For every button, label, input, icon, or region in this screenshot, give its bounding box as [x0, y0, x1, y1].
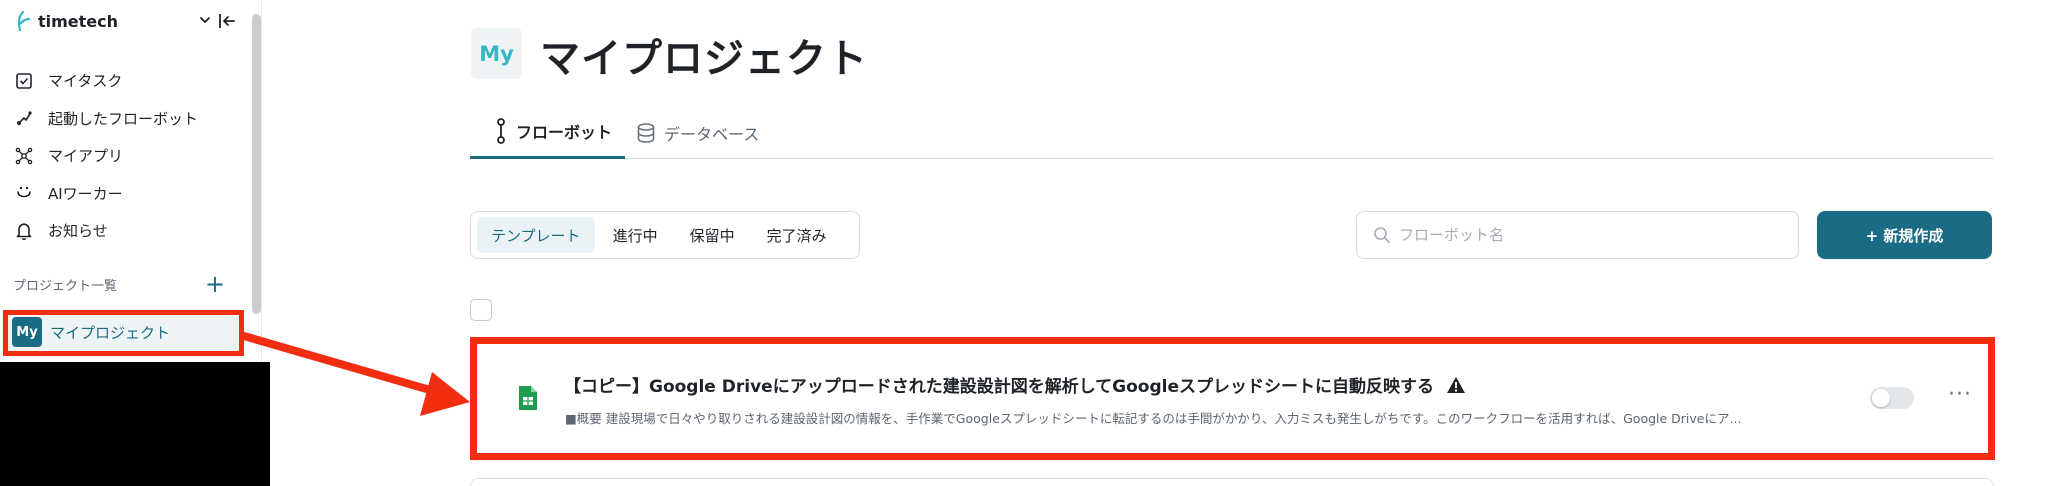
- flow-trigger-icon: [14, 108, 34, 128]
- sidebar-item-ai-worker[interactable]: AIワーカー: [0, 175, 250, 213]
- sidebar-item-label: 起動したフローボット: [48, 109, 199, 128]
- filter-in-progress[interactable]: 進行中: [599, 217, 672, 253]
- redacted-area: [0, 362, 270, 486]
- page-title: マイプロジェクト: [540, 36, 868, 82]
- database-icon: [637, 122, 655, 143]
- sidebar-scrollbar[interactable]: [252, 14, 261, 314]
- filter-completed[interactable]: 完了済み: [753, 217, 841, 253]
- sidebar-item-notifications[interactable]: お知らせ: [0, 212, 250, 250]
- brand[interactable]: timetech: [14, 10, 118, 32]
- filter-on-hold[interactable]: 保留中: [676, 217, 749, 253]
- timetech-logo-icon: [17, 10, 31, 32]
- chevron-down-icon[interactable]: [198, 13, 212, 27]
- search-input[interactable]: [1399, 226, 1779, 244]
- projects-section-header: プロジェクト一覧 +: [13, 272, 225, 296]
- filter-template[interactable]: テンプレート: [477, 217, 595, 253]
- sidebar-nav: マイタスク 起動したフローボット マイアプリ AIワーカー お知らせ: [0, 62, 250, 250]
- next-row-edge: [470, 478, 1994, 486]
- new-flowbot-button[interactable]: + 新規作成: [1817, 211, 1992, 259]
- brand-name: timetech: [38, 11, 119, 31]
- sidebar-item-started-flowbots[interactable]: 起動したフローボット: [0, 100, 250, 138]
- sidebar-item-label: マイアプリ: [48, 147, 124, 166]
- ai-worker-icon: [14, 183, 34, 203]
- page-project-badge: My: [471, 28, 522, 79]
- add-project-button[interactable]: +: [205, 272, 225, 296]
- sidebar-item-my-tasks[interactable]: マイタスク: [0, 62, 250, 100]
- tab-label: フローボット: [516, 123, 613, 142]
- tab-flowbot[interactable]: フローボット: [470, 106, 625, 159]
- tab-label: データベース: [664, 124, 760, 144]
- tab-bar: フローボット データベース: [470, 106, 1994, 159]
- sidebar-item-label: お知らせ: [48, 222, 108, 241]
- search-box: [1356, 211, 1799, 259]
- sidebar-item-label: マイタスク: [48, 72, 123, 91]
- select-all-checkbox[interactable]: [470, 299, 492, 321]
- collapse-sidebar-icon[interactable]: [217, 11, 237, 31]
- tab-database[interactable]: データベース: [636, 106, 759, 159]
- highlight-box-flowbot: [470, 337, 1995, 460]
- search-icon: [1374, 227, 1390, 243]
- checkbox-icon: [14, 71, 34, 91]
- highlight-box-sidebar: [3, 310, 244, 356]
- bell-icon: [14, 221, 34, 241]
- sidebar-item-my-apps[interactable]: マイアプリ: [0, 137, 250, 175]
- flowbot-icon: [497, 118, 505, 144]
- apps-icon: [14, 146, 34, 166]
- projects-section-title: プロジェクト一覧: [13, 278, 118, 294]
- status-filter: テンプレート 進行中 保留中 完了済み: [470, 211, 860, 259]
- sidebar-item-label: AIワーカー: [48, 184, 123, 203]
